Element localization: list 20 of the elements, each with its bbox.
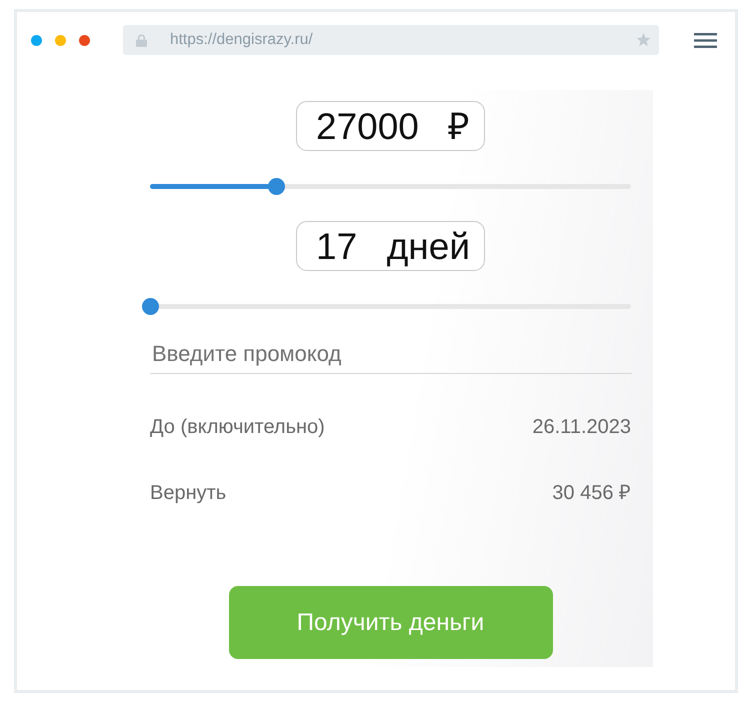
menu-icon[interactable] [694, 32, 717, 48]
window-dot-icon[interactable] [79, 34, 90, 46]
lock-icon [136, 34, 147, 46]
url-text: https://dengisrazy.ru/ [170, 31, 314, 49]
star-icon[interactable] [636, 33, 651, 47]
window-dot-icon[interactable] [31, 34, 42, 46]
currency-sign: ₽ [448, 108, 470, 144]
summary-label: До (включительно) [150, 415, 325, 439]
summary-value: 30 456 ₽ [552, 481, 631, 505]
term-field[interactable]: 17 дней [296, 221, 485, 271]
term-value: 17 [316, 228, 358, 264]
amount-value: 27000 [316, 108, 419, 144]
unit-label: дней [386, 228, 470, 264]
slider-thumb[interactable] [142, 298, 158, 315]
summary-label: Вернуть [150, 481, 226, 505]
window-dot-icon[interactable] [55, 34, 66, 46]
amount-field[interactable]: 27000 ₽ [296, 101, 485, 151]
slider-thumb[interactable] [268, 178, 285, 195]
summary-value: 26.11.2023 [532, 415, 631, 439]
promo-field[interactable]: Введите промокод [150, 335, 632, 374]
